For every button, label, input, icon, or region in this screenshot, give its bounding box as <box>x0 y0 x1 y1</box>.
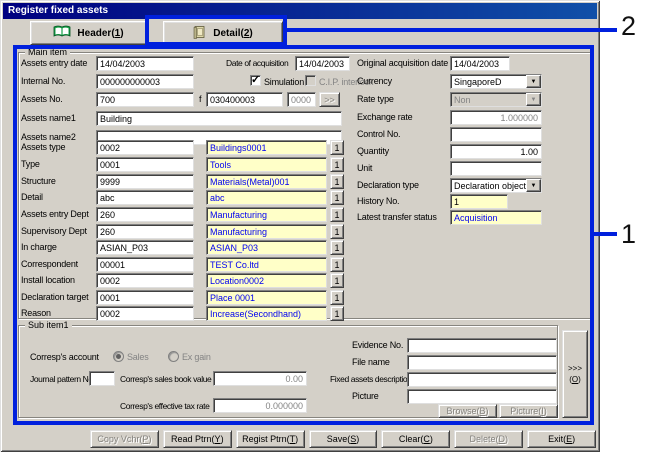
copy-vchr-button[interactable]: Copy Vchr(P) <box>90 430 159 448</box>
exit-button[interactable]: Exit(E) <box>527 430 596 448</box>
annotation-box-1 <box>13 45 594 425</box>
annotation-number-1: 1 <box>621 219 636 249</box>
annotation-box-2 <box>145 15 287 46</box>
annotation-line-1 <box>593 232 617 236</box>
open-book-icon <box>53 25 71 41</box>
save-button[interactable]: Save(S) <box>309 430 378 448</box>
screenshot-stage: Register fixed assets Header(1) Detail(2… <box>0 0 649 455</box>
window-title: Register fixed assets <box>3 3 597 19</box>
regist-ptrn-button[interactable]: Regist Ptrn(T) <box>236 430 305 448</box>
tab-header[interactable]: Header(1) <box>30 21 147 45</box>
clear-button[interactable]: Clear(C) <box>381 430 450 448</box>
read-ptrn-button[interactable]: Read Ptrn(Y) <box>163 430 232 448</box>
delete-button[interactable]: Delete(D) <box>454 430 523 448</box>
bottom-button-bar: Copy Vchr(P) Read Ptrn(Y) Regist Ptrn(T)… <box>90 430 596 448</box>
annotation-line-2 <box>287 28 617 32</box>
annotation-number-2: 2 <box>621 11 636 41</box>
tab-header-label: Header(1) <box>77 28 123 39</box>
